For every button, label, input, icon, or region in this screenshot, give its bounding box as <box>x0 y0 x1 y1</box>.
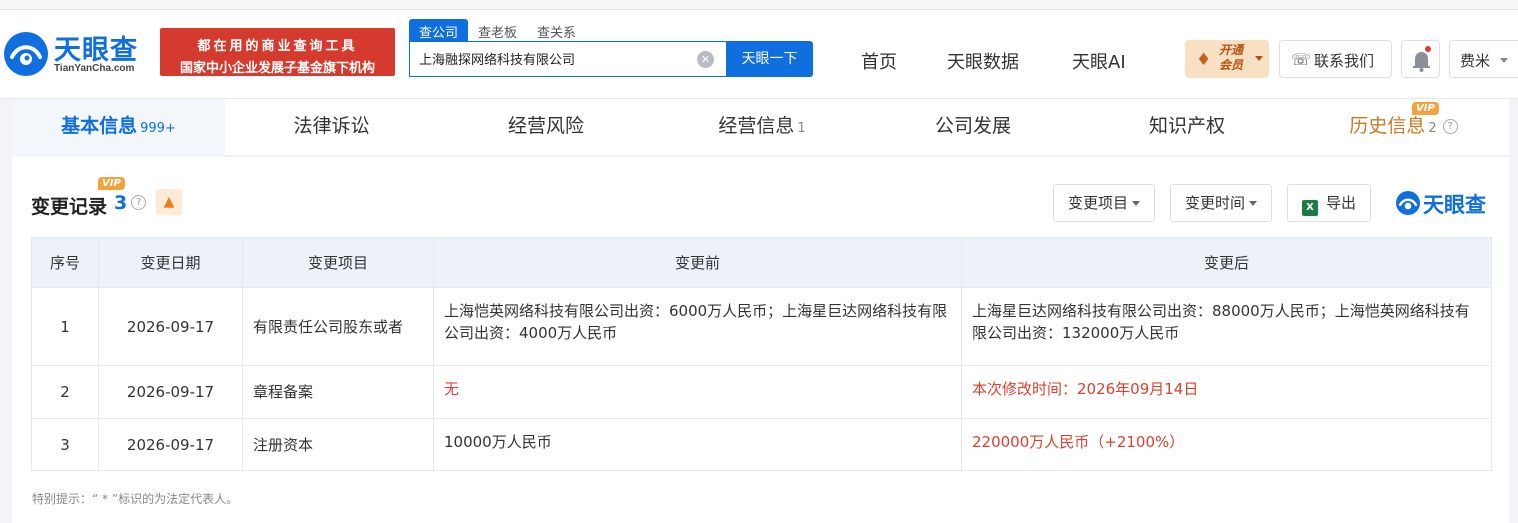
site-logo[interactable]: 天眼查 TianYanCha.com <box>2 28 154 80</box>
excel-icon: X <box>1302 200 1318 216</box>
phone-icon: ☏ <box>1291 50 1312 69</box>
search-box: ✕ <box>409 41 726 77</box>
column-header-before: 变更前 <box>433 237 962 288</box>
cell-date: 2026-09-17 <box>98 287 243 366</box>
change-item-filter[interactable]: 变更项目 <box>1053 184 1156 222</box>
nav-tianyan-data[interactable]: 天眼数据 <box>947 48 1019 74</box>
notification-dot <box>1425 46 1431 52</box>
cell-item: 有限责任公司股东或者 <box>242 287 434 366</box>
slogan-banner: 都在用的商业查询工具 国家中小企业发展子基金旗下机构 <box>160 28 395 76</box>
chevron-down-icon <box>1249 201 1258 206</box>
search-input[interactable] <box>419 51 689 66</box>
export-label: 导出 <box>1326 194 1357 212</box>
tab-risk[interactable]: 经营风险 <box>438 99 654 156</box>
change-item-label: 变更项目 <box>1068 194 1129 212</box>
user-menu[interactable]: 费米 <box>1449 40 1518 78</box>
question-icon[interactable]: ? <box>1442 119 1458 134</box>
footnote: 特别提示：“ * ”标识的为法定代表人。 <box>32 492 239 506</box>
cell-after: 220000万人民币（+2100%） <box>961 418 1492 471</box>
cell-no: 1 <box>31 287 99 366</box>
change-records-table: 序号 变更日期 变更项目 变更前 变更后 1 2026-09-17 有限责任公司… <box>31 237 1492 471</box>
chevron-down-icon <box>1255 56 1263 61</box>
search-button[interactable]: 天眼一下 <box>726 41 813 77</box>
brand-name: 天眼查 <box>1423 193 1486 217</box>
tab-label: 历史信息 <box>1349 115 1426 137</box>
logo-name: 天眼查 <box>54 35 138 66</box>
column-header-no: 序号 <box>31 237 99 288</box>
monitor-bell-icon[interactable]: ▲ <box>156 189 182 215</box>
cell-no: 2 <box>31 365 99 419</box>
change-records-card: VIP 变更记录 3 ? ▲ 变更项目 变更时间 X 导出 天眼查 序号 变更日期… <box>12 157 1509 523</box>
tab-label: 基本信息 <box>61 115 138 137</box>
chevron-down-icon <box>1132 201 1141 206</box>
user-name: 费米 <box>1460 52 1491 70</box>
tab-count: 2 <box>1428 121 1437 136</box>
table-row: 1 2026-09-17 有限责任公司股东或者 上海恺英网络科技有限公司出资：6… <box>31 287 1492 366</box>
export-button[interactable]: X 导出 <box>1287 184 1372 222</box>
cell-date: 2026-09-17 <box>98 365 243 419</box>
search-tab-boss[interactable]: 查老板 <box>468 19 527 41</box>
column-header-after: 变更后 <box>961 237 1492 288</box>
diamond-icon: ♦ <box>1196 50 1212 70</box>
cell-after: 本次修改时间：2026年09月14日 <box>961 365 1492 419</box>
vip-badge: VIP <box>98 177 125 190</box>
cell-item: 章程备案 <box>242 365 434 419</box>
search-tab-relation[interactable]: 查关系 <box>527 19 586 41</box>
question-icon[interactable]: ? <box>131 195 146 210</box>
tab-basic-info[interactable]: 基本信息 999+ <box>12 99 225 156</box>
cell-before: 上海恺英网络科技有限公司出资：6000万人民币；上海星巨达网络科技有限公司出资：… <box>433 287 962 366</box>
tab-label: 知识产权 <box>1148 115 1225 137</box>
change-time-filter[interactable]: 变更时间 <box>1170 184 1273 222</box>
cell-no: 3 <box>31 418 99 471</box>
table-row: 2 2026-09-17 章程备案 无 本次修改时间：2026年09月14日 <box>31 365 1492 419</box>
change-time-label: 变更时间 <box>1185 194 1246 212</box>
section-count: 3 <box>114 192 128 214</box>
column-header-date: 变更日期 <box>98 237 243 288</box>
logo-eye-icon <box>1396 191 1420 215</box>
tab-label: 公司发展 <box>934 115 1011 137</box>
top-header: 天眼查 TianYanCha.com 都在用的商业查询工具 国家中小企业发展子基… <box>0 0 1518 99</box>
notification-button[interactable] <box>1401 40 1440 78</box>
tab-count: 1 <box>797 121 806 136</box>
tab-operation[interactable]: 经营信息 1 <box>654 99 870 156</box>
cell-date: 2026-09-17 <box>98 418 243 471</box>
column-header-item: 变更项目 <box>242 237 434 288</box>
search-tab-company[interactable]: 查公司 <box>409 19 469 41</box>
tab-ip[interactable]: 知识产权 <box>1076 99 1298 156</box>
vip-badge: VIP <box>1412 102 1439 115</box>
tab-label: 法律诉讼 <box>293 115 370 137</box>
slogan-line2: 国家中小企业发展子基金旗下机构 <box>179 61 375 76</box>
cell-after: 上海星巨达网络科技有限公司出资：88000万人民币；上海恺英网络科技有限公司出资… <box>961 287 1492 366</box>
search-type-tabs: 查公司 查老板 查关系 <box>409 19 586 41</box>
tab-history[interactable]: 历史信息 2 ? <box>1298 99 1509 156</box>
nav-home[interactable]: 首页 <box>861 48 897 74</box>
contact-us-button[interactable]: ☏ 联系我们 <box>1279 40 1392 78</box>
cell-before: 无 <box>433 365 962 419</box>
section-title: 变更记录 <box>31 196 108 218</box>
cell-item: 注册资本 <box>242 418 434 471</box>
logo-url: TianYanCha.com <box>54 63 135 74</box>
tab-label: 经营信息 <box>718 115 795 137</box>
tab-development[interactable]: 公司发展 <box>870 99 1076 156</box>
tab-count: 999+ <box>140 121 176 136</box>
open-vip-label: 开通会员 <box>1219 43 1244 72</box>
tab-legal[interactable]: 法律诉讼 <box>225 99 438 156</box>
chevron-down-icon <box>1500 58 1508 63</box>
logo-eye-icon <box>4 32 48 76</box>
tab-label: 经营风险 <box>507 115 584 137</box>
cell-before: 10000万人民币 <box>433 418 962 471</box>
table-header-row: 序号 变更日期 变更项目 变更前 变更后 <box>31 237 1492 288</box>
company-tabs: 基本信息 999+ 法律诉讼 经营风险 经营信息 1 公司发展 知识产权 历史信息 2… <box>12 99 1509 156</box>
open-vip-button[interactable]: ♦ 开通会员 <box>1185 40 1269 78</box>
nav-tianyan-ai[interactable]: 天眼AI <box>1072 48 1126 74</box>
slogan-line1: 都在用的商业查询工具 <box>197 39 358 54</box>
bell-icon <box>1413 52 1430 72</box>
clear-icon[interactable]: ✕ <box>697 51 714 68</box>
table-row: 3 2026-09-17 注册资本 10000万人民币 220000万人民币（+… <box>31 418 1492 471</box>
browser-strip <box>0 0 1518 10</box>
contact-us-label: 联系我们 <box>1314 52 1375 70</box>
